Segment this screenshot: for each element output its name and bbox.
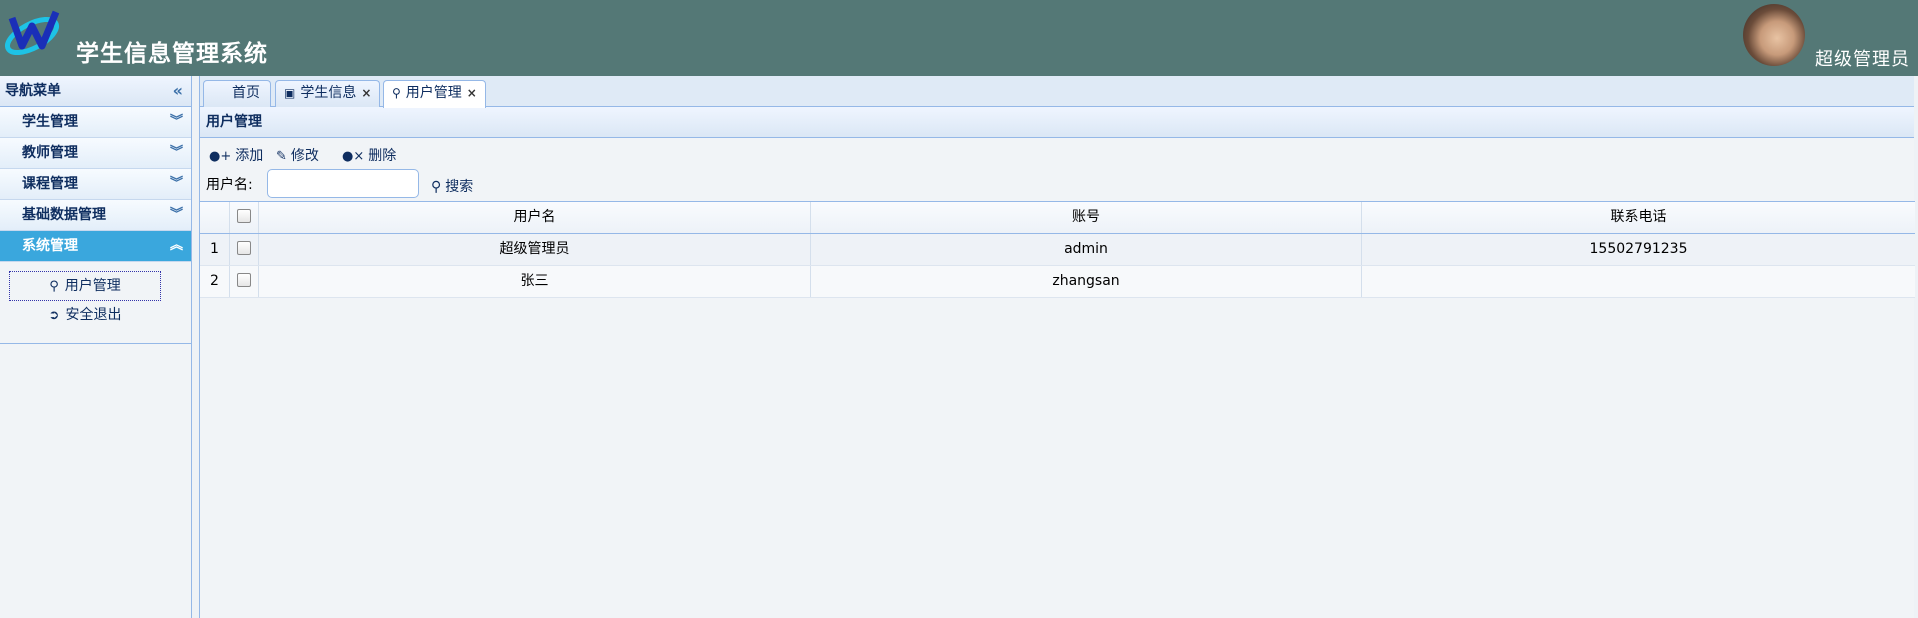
search-label: 用户名: bbox=[206, 177, 253, 193]
select-all-checkbox[interactable] bbox=[237, 208, 251, 223]
double-chevron-down-icon: ︾ bbox=[169, 114, 183, 129]
add-button[interactable]: ●+ 添加 bbox=[209, 145, 263, 165]
table-row[interactable]: 2 张三 zhangsan bbox=[200, 266, 1915, 298]
column-header-username[interactable]: 用户名 bbox=[259, 202, 811, 233]
app-title: 学生信息管理系统 bbox=[76, 41, 268, 67]
edit-label: 修改 bbox=[290, 148, 319, 164]
double-chevron-left-icon[interactable]: « bbox=[173, 76, 183, 106]
contact-card-icon: ▣ bbox=[284, 86, 296, 100]
double-chevron-down-icon: ︾ bbox=[169, 176, 183, 191]
table-row[interactable]: 1 超级管理员 admin 15502791235 bbox=[200, 234, 1915, 266]
tab-student-info[interactable]: ▣ 学生信息 × bbox=[275, 80, 381, 107]
sidebar-item-student[interactable]: 学生管理 ︾ bbox=[0, 107, 191, 138]
phone-cell bbox=[1362, 266, 1915, 297]
sidebar-item-label: 系统管理 bbox=[22, 238, 78, 254]
sidebar-item-label: 课程管理 bbox=[22, 176, 78, 192]
row-select-cell bbox=[230, 266, 259, 297]
w-logo-icon bbox=[5, 10, 60, 56]
table-header-row: 用户名 账号 联系电话 bbox=[200, 202, 1915, 234]
phone-cell: 15502791235 bbox=[1589, 241, 1688, 257]
main-content: 首页 ▣ 学生信息 × ⚲ 用户管理 × 用户管理 ●+ 添加 ✎ 修改 ●× 删除 用户名:… bbox=[199, 76, 1915, 618]
close-icon[interactable]: × bbox=[467, 86, 477, 100]
sidebar-item-basic-data[interactable]: 基础数据管理 ︾ bbox=[0, 200, 191, 231]
row-checkbox[interactable] bbox=[237, 240, 251, 255]
edit-button[interactable]: ✎ 修改 bbox=[276, 145, 319, 165]
double-chevron-down-icon: ︾ bbox=[169, 207, 183, 222]
username-cell: 张三 bbox=[259, 266, 811, 297]
column-header-account[interactable]: 账号 bbox=[811, 202, 1362, 233]
sidebar-header: 导航菜单 « bbox=[0, 76, 191, 107]
row-select-cell bbox=[230, 234, 259, 265]
tab-label: 首页 bbox=[232, 85, 260, 101]
account-cell: zhangsan bbox=[811, 266, 1362, 297]
submenu-item-label: 用户管理 bbox=[64, 278, 121, 294]
add-user-icon: ●+ bbox=[209, 149, 232, 164]
tab-bar: 首页 ▣ 学生信息 × ⚲ 用户管理 × bbox=[200, 76, 1914, 108]
username-search-input[interactable] bbox=[267, 169, 419, 198]
search-icon: ⚲ bbox=[431, 179, 442, 195]
sidebar-item-course[interactable]: 课程管理 ︾ bbox=[0, 169, 191, 200]
user-role-label: 超级管理员 bbox=[1815, 49, 1910, 70]
submenu-item-user-management[interactable]: ⚲ 用户管理 bbox=[9, 271, 161, 301]
add-label: 添加 bbox=[235, 148, 264, 164]
toolbar: ●+ 添加 ✎ 修改 ●× 删除 bbox=[200, 138, 1914, 168]
search-button[interactable]: ⚲ 搜索 bbox=[431, 176, 473, 196]
tab-home[interactable]: 首页 bbox=[203, 80, 271, 107]
row-number-header bbox=[200, 202, 230, 233]
chevron-up-icon: ︽ bbox=[169, 238, 183, 253]
logout-icon: ➲ bbox=[48, 308, 60, 323]
sidebar-item-label: 教师管理 bbox=[22, 145, 78, 161]
user-table: 用户名 账号 联系电话 1 超级管理员 admin 15502791235 2 … bbox=[200, 201, 1915, 298]
row-checkbox[interactable] bbox=[237, 272, 251, 287]
submenu-item-label: 安全退出 bbox=[65, 307, 122, 323]
double-chevron-down-icon: ︾ bbox=[169, 145, 183, 160]
username-cell: 超级管理员 bbox=[259, 234, 811, 265]
tab-label: 用户管理 bbox=[405, 85, 462, 101]
sidebar-item-teacher[interactable]: 教师管理 ︾ bbox=[0, 138, 191, 169]
account-cell: admin bbox=[811, 234, 1362, 265]
sidebar-item-label: 学生管理 bbox=[22, 114, 78, 130]
sidebar: 导航菜单 « 学生管理 ︾ 教师管理 ︾ 课程管理 ︾ 基础数据管理 ︾ 系统管… bbox=[0, 76, 192, 618]
user-icon: ⚲ bbox=[392, 86, 401, 100]
edit-icon: ✎ bbox=[276, 149, 287, 164]
row-number: 2 bbox=[200, 266, 230, 297]
search-bar: 用户名: ⚲ 搜索 bbox=[200, 168, 1914, 200]
app-header: 学生信息管理系统 超级管理员 bbox=[0, 0, 1918, 76]
panel-title: 用户管理 bbox=[200, 107, 1914, 138]
sidebar-item-system[interactable]: 系统管理 ︽ bbox=[0, 231, 191, 262]
delete-button[interactable]: ●× 删除 bbox=[342, 145, 396, 165]
tab-user-management[interactable]: ⚲ 用户管理 × bbox=[383, 80, 486, 108]
sidebar-item-label: 基础数据管理 bbox=[22, 207, 106, 223]
select-all-cell bbox=[230, 202, 259, 233]
close-icon[interactable]: × bbox=[361, 86, 371, 100]
delete-user-icon: ●× bbox=[342, 149, 365, 164]
avatar[interactable] bbox=[1743, 4, 1805, 66]
column-header-phone[interactable]: 联系电话 bbox=[1362, 202, 1915, 233]
search-button-label: 搜索 bbox=[445, 179, 474, 195]
row-number: 1 bbox=[200, 234, 230, 265]
submenu-item-logout[interactable]: ➲ 安全退出 bbox=[9, 301, 161, 331]
system-submenu: ⚲ 用户管理 ➲ 安全退出 bbox=[0, 262, 191, 344]
sidebar-title: 导航菜单 bbox=[5, 83, 61, 99]
tab-label: 学生信息 bbox=[300, 85, 357, 101]
delete-label: 删除 bbox=[368, 148, 397, 164]
user-icon: ⚲ bbox=[49, 279, 59, 294]
